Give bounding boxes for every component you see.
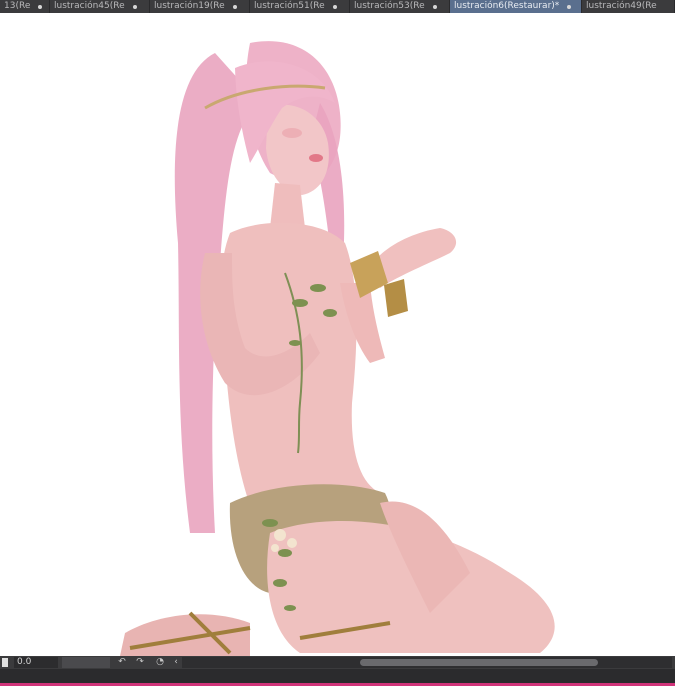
zoom-value-field[interactable]: 0.0 bbox=[14, 657, 58, 668]
tab-ilustracion19[interactable]: lustración19(Re bbox=[150, 0, 250, 13]
navigator-square-icon[interactable] bbox=[2, 658, 8, 667]
tab-ilustracion49[interactable]: lustración49(Re bbox=[582, 0, 675, 13]
document-tab-bar: 13(Re lustración45(Re lustración19(Re lu… bbox=[0, 0, 675, 13]
tab-close-icon[interactable] bbox=[567, 4, 572, 9]
tab-ilustracion13[interactable]: 13(Re bbox=[0, 0, 50, 13]
scrollbar-thumb[interactable] bbox=[360, 659, 598, 666]
tab-close-icon[interactable] bbox=[332, 4, 337, 9]
horizontal-scrollbar[interactable] bbox=[182, 657, 672, 668]
tab-ilustracion53[interactable]: lustración53(Re bbox=[350, 0, 450, 13]
tab-close-icon[interactable] bbox=[38, 4, 43, 9]
canvas-status-bar: 0.0 ↶ ↷ ◔ ‹ bbox=[0, 656, 675, 669]
tab-close-icon[interactable] bbox=[132, 4, 137, 9]
rotate-cw-icon[interactable]: ↷ bbox=[134, 657, 146, 668]
bottom-panel bbox=[0, 669, 675, 683]
reset-rotation-icon[interactable]: ◔ bbox=[154, 657, 166, 668]
tab-label: lustración6(Restaurar)* bbox=[454, 1, 560, 11]
tab-label: lustración45(Re bbox=[54, 1, 125, 11]
tab-label: lustración49(Re bbox=[586, 1, 657, 11]
tab-label: lustración51(Re bbox=[254, 1, 325, 11]
illustration-artwork bbox=[120, 41, 555, 656]
tab-label: lustración53(Re bbox=[354, 1, 425, 11]
tab-close-icon[interactable] bbox=[432, 4, 437, 9]
drawing-canvas[interactable] bbox=[0, 13, 675, 656]
tab-ilustracion45[interactable]: lustración45(Re bbox=[50, 0, 150, 13]
tab-ilustracion6-active[interactable]: lustración6(Restaurar)* bbox=[450, 0, 582, 13]
zoom-slider[interactable] bbox=[62, 657, 110, 668]
tab-label: lustración19(Re bbox=[154, 1, 225, 11]
tab-close-icon[interactable] bbox=[232, 4, 237, 9]
tab-ilustracion51[interactable]: lustración51(Re bbox=[250, 0, 350, 13]
tab-label: 13(Re bbox=[4, 1, 31, 11]
chevron-left-icon[interactable]: ‹ bbox=[170, 657, 182, 668]
rotate-ccw-icon[interactable]: ↶ bbox=[116, 657, 128, 668]
